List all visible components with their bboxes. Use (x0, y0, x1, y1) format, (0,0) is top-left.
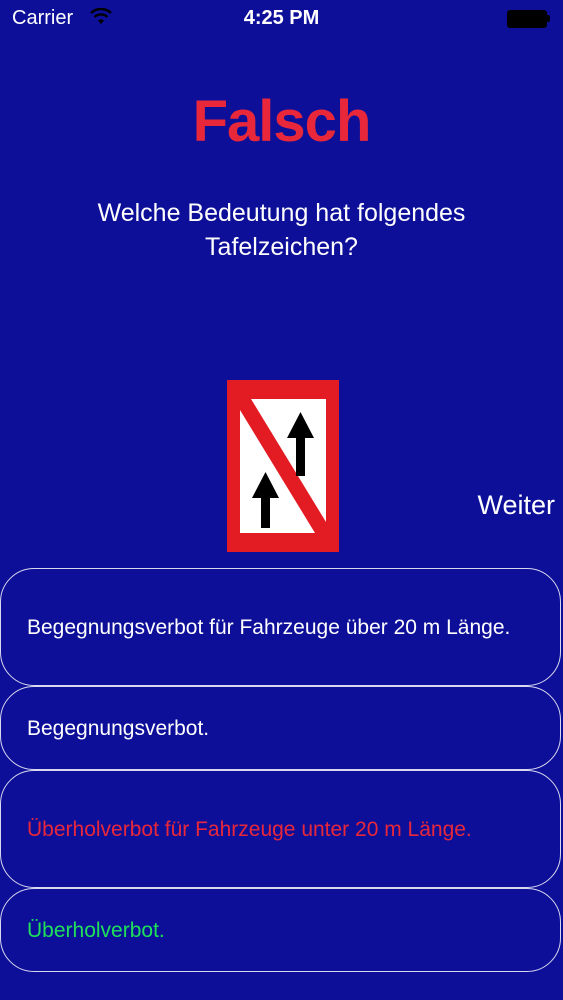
answer-label: Begegnungsverbot. (27, 716, 210, 740)
no-overtaking-sign-icon (227, 380, 339, 552)
answer-label: Überholverbot. (27, 918, 165, 942)
clock: 4:25 PM (243, 7, 320, 29)
answer-option-4[interactable]: Überholverbot. (0, 888, 561, 972)
next-button[interactable]: Weiter (477, 490, 555, 521)
answer-label: Begegnungsverbot für Fahrzeuge über 20 m… (27, 615, 511, 639)
status-bar: Carrier 4:25 PM (0, 0, 563, 40)
answer-option-3[interactable]: Überholverbot für Fahrzeuge unter 20 m L… (0, 770, 561, 888)
result-title: Falsch (192, 89, 372, 154)
answer-label: Überholverbot für Fahrzeuge unter 20 m L… (27, 817, 472, 841)
answer-option-1[interactable]: Begegnungsverbot für Fahrzeuge über 20 m… (0, 568, 561, 686)
question-text: Welche Bedeutung hat folgendes Tafelzeic… (97, 199, 466, 261)
battery-icon (507, 10, 551, 28)
answer-option-2[interactable]: Begegnungsverbot. (0, 686, 561, 770)
